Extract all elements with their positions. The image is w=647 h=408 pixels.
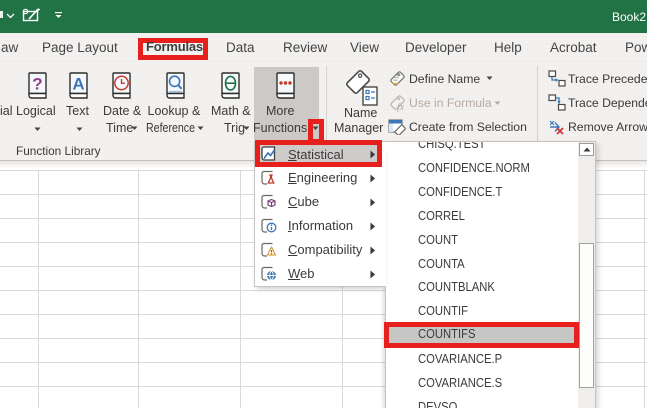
svg-text:fx: fx — [397, 102, 405, 112]
svg-text:?: ? — [32, 75, 42, 94]
svg-text:A: A — [72, 75, 84, 94]
